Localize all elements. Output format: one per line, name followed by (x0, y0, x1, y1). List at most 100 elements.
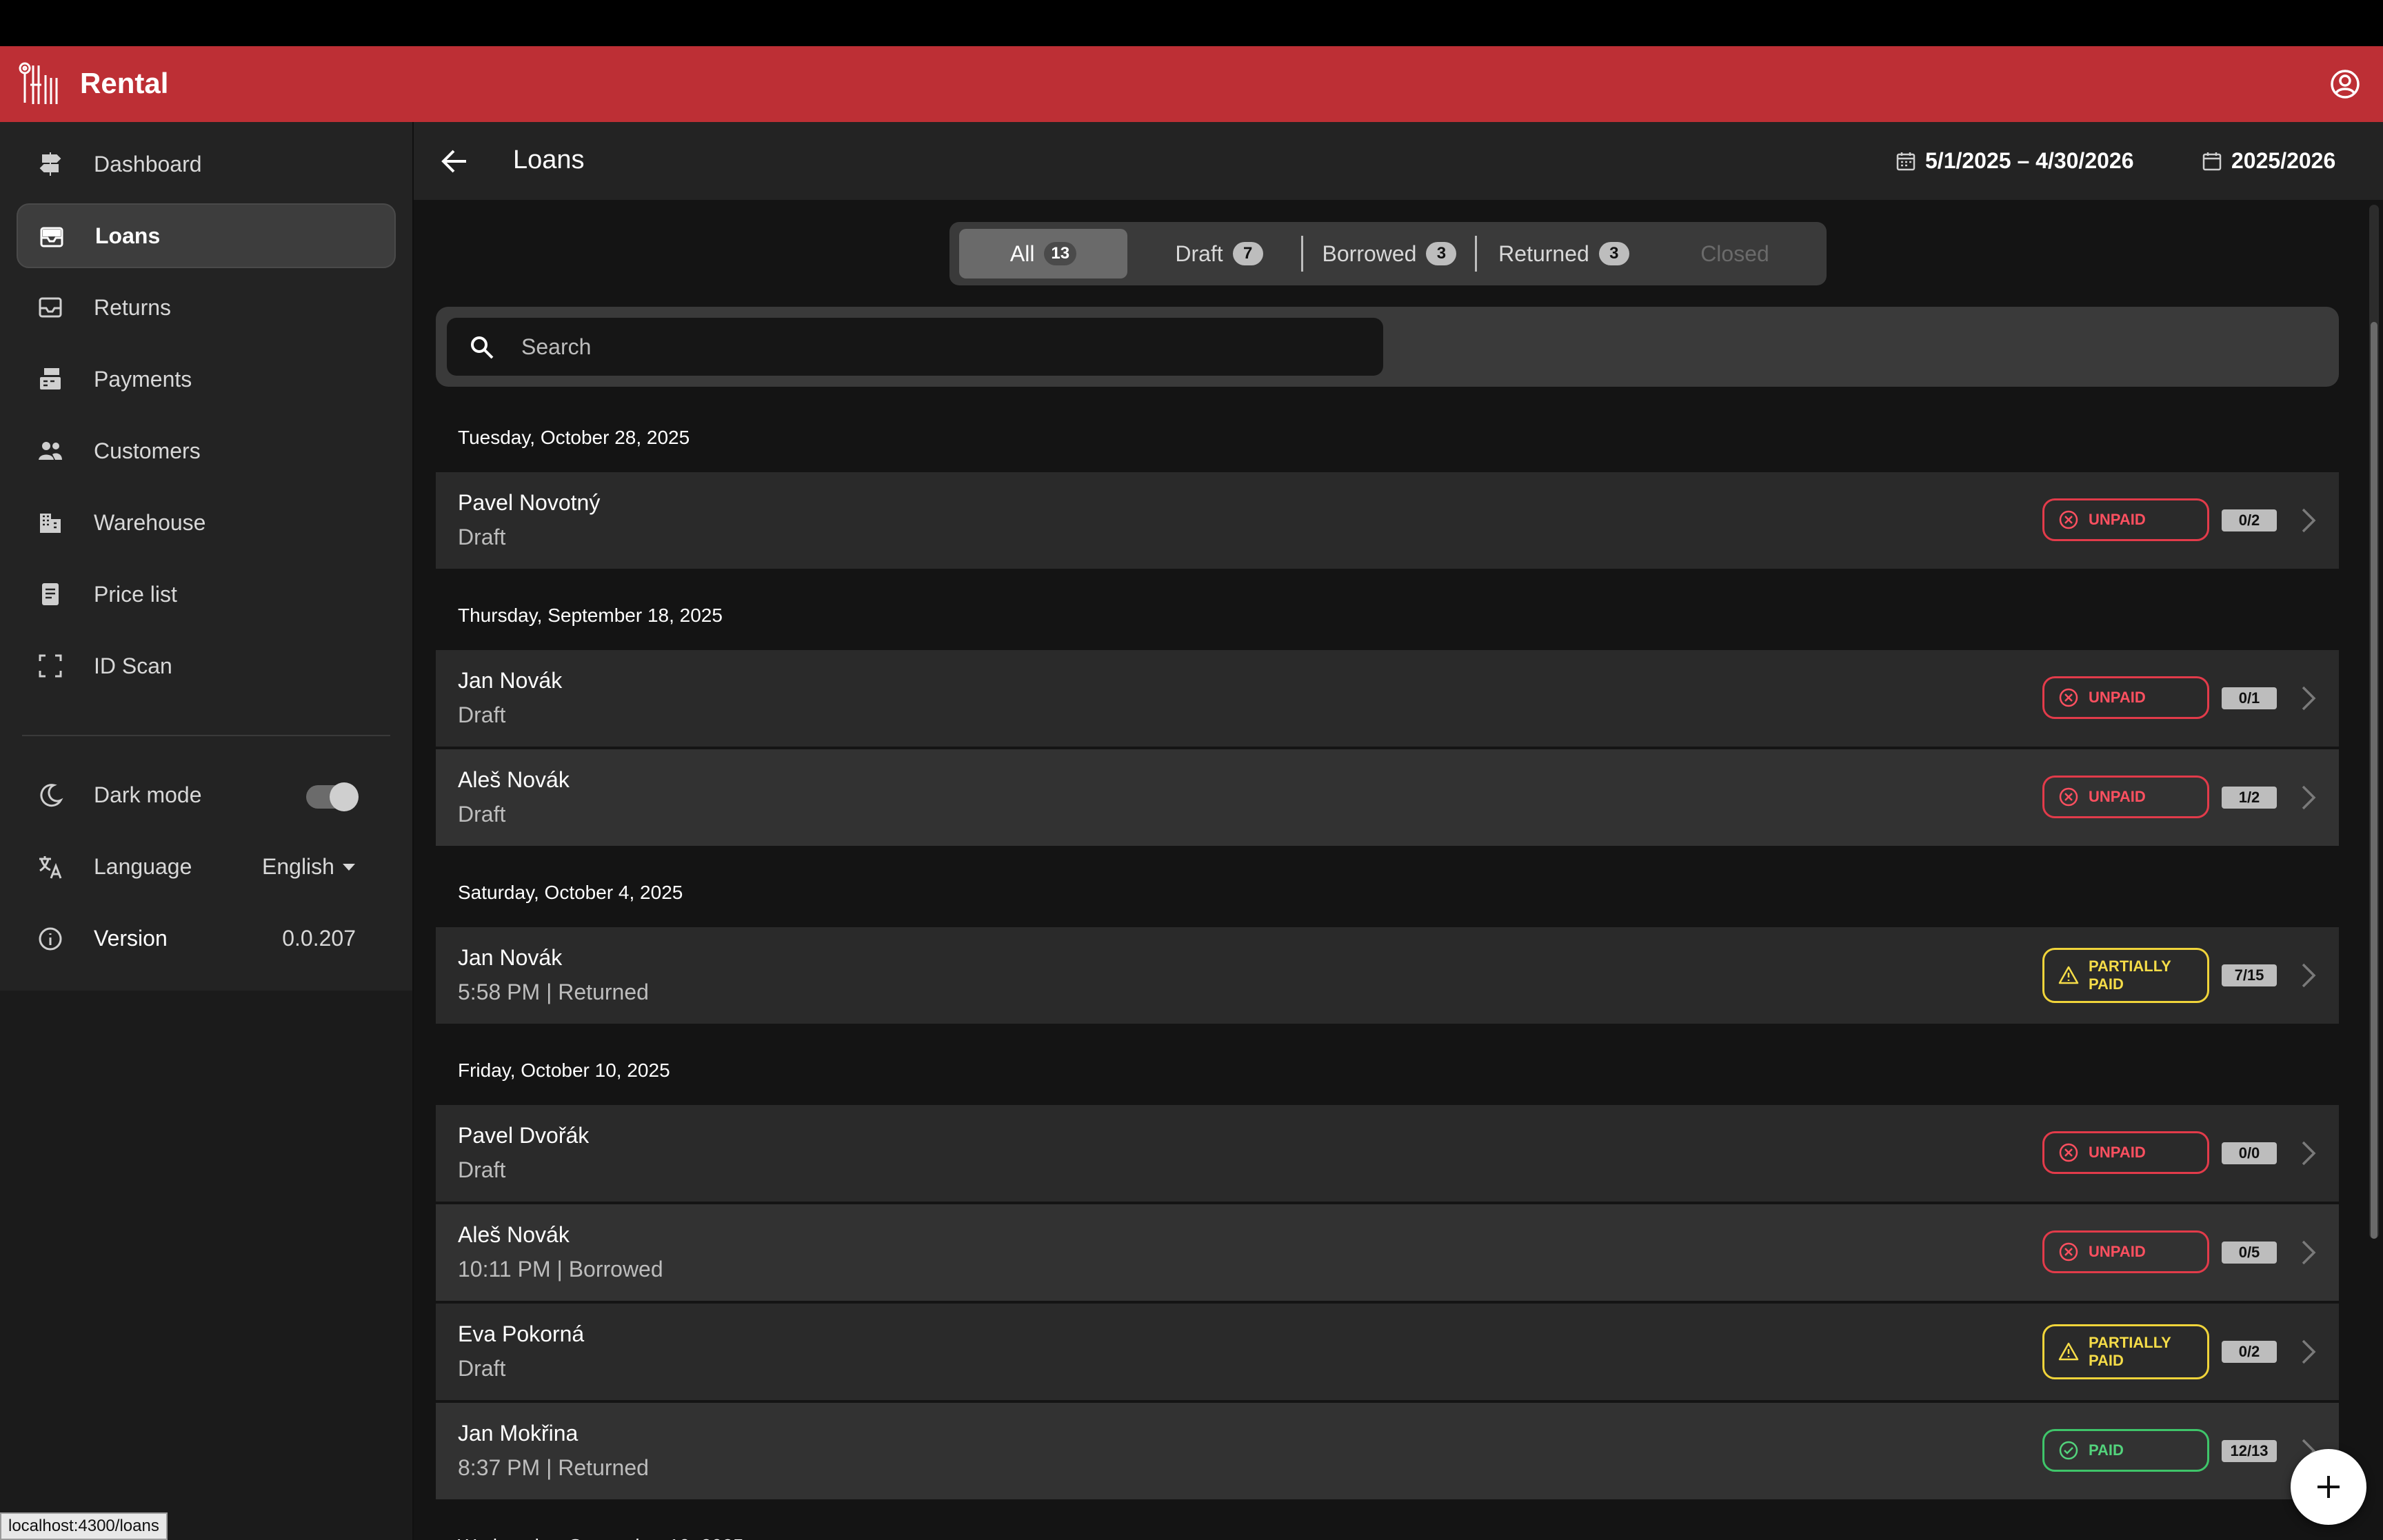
sidebar-item-warehouse[interactable]: Warehouse (17, 490, 396, 555)
language-value: English (262, 854, 334, 879)
sidebar-item-id-scan[interactable]: ID Scan (17, 634, 396, 698)
scan-frame-icon (39, 654, 62, 678)
sidebar-item-payments[interactable]: Payments (17, 347, 396, 412)
tab-label: Closed (1700, 241, 1769, 266)
date-group-header: Saturday, October 4, 2025 (458, 882, 683, 903)
sidebar-item-label: Customers (94, 438, 201, 463)
payment-status-badge: UNPAID (2042, 676, 2209, 719)
tab-label: Returned (1498, 241, 1589, 266)
payment-status-badge: UNPAID (2042, 498, 2209, 541)
search-bar (436, 307, 2339, 387)
item-count-badge: 0/0 (2222, 1142, 2277, 1164)
item-count-badge: 12/13 (2222, 1440, 2277, 1462)
x-circle-icon (2059, 688, 2078, 707)
sidebar-item-label: ID Scan (94, 653, 172, 678)
tab-all[interactable]: All 13 (959, 229, 1127, 278)
loan-status: Draft (458, 702, 506, 727)
sidebar-item-returns[interactable]: Returns (17, 275, 396, 340)
chevron-right-icon (2302, 508, 2316, 533)
search-box[interactable] (447, 318, 1383, 376)
payment-status-label: UNPAID (2089, 1144, 2146, 1161)
page-title: Loans (513, 145, 585, 174)
loan-row[interactable]: Eva Pokorná Draft PARTIALLY PAID 0/2 (436, 1304, 2339, 1400)
date-range-text: 5/1/2025 – 4/30/2026 (1925, 148, 2134, 173)
loan-status: 10:11 PM | Borrowed (458, 1257, 663, 1281)
loan-row[interactable]: Aleš Novák 10:11 PM | Borrowed UNPAID 0/5 (436, 1204, 2339, 1301)
date-group-header: Wednesday, September 10, 2025 (436, 1514, 2339, 1540)
sidebar-item-customers[interactable]: Customers (17, 418, 396, 483)
info-icon (39, 927, 62, 951)
loan-row[interactable]: Pavel Novotný Draft UNPAID 0/2 (436, 472, 2339, 569)
item-count-badge: 1/2 (2222, 787, 2277, 809)
season-text: 2025/2026 (2231, 148, 2336, 173)
sidebar-divider (22, 735, 390, 736)
payment-status-label: PAID (2089, 1441, 2124, 1459)
scrollbar-thumb[interactable] (2371, 322, 2377, 1239)
sidebar-item-dashboard[interactable]: Dashboard (17, 132, 396, 196)
payment-status-badge: UNPAID (2042, 1230, 2209, 1273)
customer-name: Pavel Dvořák (458, 1123, 590, 1148)
sidebar-item-label: Payments (94, 366, 192, 392)
payment-status-label: UNPAID (2089, 788, 2146, 805)
sidebar-item-loans[interactable]: Loans (17, 203, 396, 268)
tab-borrowed[interactable]: Borrowed 3 (1304, 229, 1475, 278)
version-value: 0.0.207 (282, 926, 356, 951)
loan-status: 5:58 PM | Returned (458, 980, 649, 1004)
search-input[interactable] (521, 327, 1349, 366)
loan-status: Draft (458, 802, 506, 827)
search-icon (471, 336, 494, 359)
app-title: Rental (80, 67, 169, 99)
back-arrow-icon[interactable] (440, 147, 469, 176)
dark-mode-setting: Dark mode (17, 763, 396, 828)
loan-list: Tuesday, October 28, 2025 Pavel Novotný Dr… (436, 406, 2339, 1540)
ski-logo-icon (19, 62, 58, 104)
language-select[interactable]: English (262, 854, 355, 880)
customer-name: Pavel Novotný (458, 490, 601, 515)
version-setting: Version 0.0.207 (17, 906, 396, 971)
sidebar-item-price-list[interactable]: Price list (17, 562, 396, 627)
chevron-right-icon (2302, 785, 2316, 810)
loan-row[interactable]: Jan Novák 5:58 PM | Returned PARTIALLY PAI… (436, 927, 2339, 1024)
chevron-right-icon (2302, 963, 2316, 988)
tab-label: All (1009, 241, 1035, 266)
loan-row[interactable]: Jan Novák Draft UNPAID 0/1 (436, 650, 2339, 747)
tab-closed: Closed (1653, 229, 1817, 278)
sidebar-item-label: Loans (95, 223, 161, 248)
dark-mode-toggle[interactable] (306, 782, 359, 811)
loan-row[interactable]: Jan Mokřina 8:37 PM | Returned PAID 12/13 (436, 1403, 2339, 1499)
moon-icon (40, 784, 63, 807)
page-header: Loans 5/1/2025 – 4/30/2026 2025/2026 (414, 122, 2383, 200)
date-range-picker[interactable]: 5/1/2025 – 4/30/2026 (1895, 148, 2134, 174)
chevron-right-icon (2302, 1339, 2316, 1364)
item-count-badge: 7/15 (2222, 964, 2277, 986)
item-count-badge: 0/2 (2222, 1341, 2277, 1363)
tab-label: Borrowed (1322, 241, 1417, 266)
payment-status-badge: PARTIALLY PAID (2042, 948, 2209, 1003)
customer-name: Jan Novák (458, 668, 563, 693)
main-content: Loans 5/1/2025 – 4/30/2026 2025/2026 All… (414, 122, 2383, 1540)
tab-count-badge: 3 (1598, 242, 1629, 265)
loan-status: Draft (458, 1356, 506, 1381)
people-icon (39, 442, 62, 460)
inbox-icon (39, 297, 62, 318)
date-group-header: Friday, October 10, 2025 (458, 1060, 670, 1081)
add-loan-button[interactable] (2291, 1449, 2366, 1525)
sidebar: Dashboard Loans Returns Payments Customers Wa… (0, 122, 412, 991)
language-setting: Language English (17, 835, 396, 900)
item-count-badge: 0/5 (2222, 1242, 2277, 1264)
loan-row[interactable]: Pavel Dvořák Draft UNPAID 0/0 (436, 1105, 2339, 1202)
payment-status-label: PARTIALLY PAID (2089, 958, 2171, 993)
tab-draft[interactable]: Draft 7 (1137, 229, 1301, 278)
scrollbar[interactable] (2369, 205, 2379, 1239)
tab-returned[interactable]: Returned 3 (1478, 229, 1650, 278)
x-circle-icon (2059, 787, 2078, 807)
item-count-badge: 0/1 (2222, 687, 2277, 709)
tab-separator (1301, 236, 1303, 272)
tab-label: Draft (1175, 241, 1223, 266)
account-icon[interactable] (2329, 68, 2361, 100)
season-picker[interactable]: 2025/2026 (2201, 148, 2335, 174)
chevron-down-icon (342, 863, 355, 871)
loan-row[interactable]: Aleš Novák Draft UNPAID 1/2 (436, 749, 2339, 846)
x-circle-icon (2059, 510, 2078, 529)
x-circle-icon (2059, 1143, 2078, 1162)
